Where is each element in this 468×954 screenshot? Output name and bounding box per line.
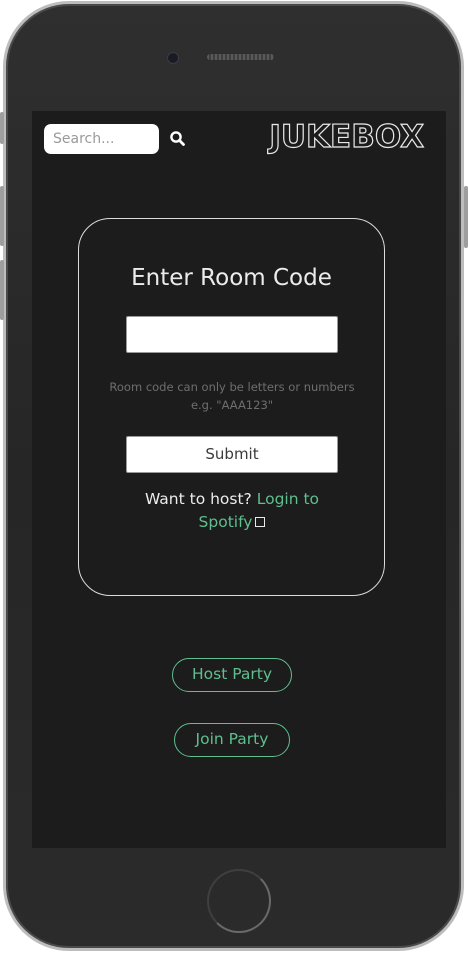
mute-switch xyxy=(0,112,4,144)
submit-button[interactable]: Submit xyxy=(126,436,338,473)
power-button xyxy=(464,186,468,248)
card-title: Enter Room Code xyxy=(131,265,332,291)
front-camera xyxy=(167,52,179,64)
volume-up-button xyxy=(0,186,4,246)
search-input[interactable] xyxy=(44,124,159,154)
external-link-icon xyxy=(255,517,266,527)
host-prompt-line: Want to host? Login to Spotify xyxy=(119,488,345,534)
room-code-hint: Room code can only be letters or numbers… xyxy=(109,380,355,412)
volume-down-button xyxy=(0,260,4,320)
room-code-input[interactable] xyxy=(126,316,338,353)
earpiece-speaker xyxy=(207,54,274,60)
phone-frame: JUKEBOX Enter Room Code Room code can on… xyxy=(3,1,464,951)
room-code-card: Enter Room Code Room code can only be le… xyxy=(78,218,385,596)
home-button[interactable] xyxy=(207,869,271,933)
host-prompt-text: Want to host? xyxy=(144,490,252,508)
jukebox-logo[interactable]: JUKEBOX xyxy=(269,118,425,155)
search-icon[interactable] xyxy=(169,130,187,148)
join-party-button[interactable]: Join Party xyxy=(174,723,290,757)
host-party-button[interactable]: Host Party xyxy=(172,658,292,692)
app-screen: JUKEBOX Enter Room Code Room code can on… xyxy=(32,111,446,848)
